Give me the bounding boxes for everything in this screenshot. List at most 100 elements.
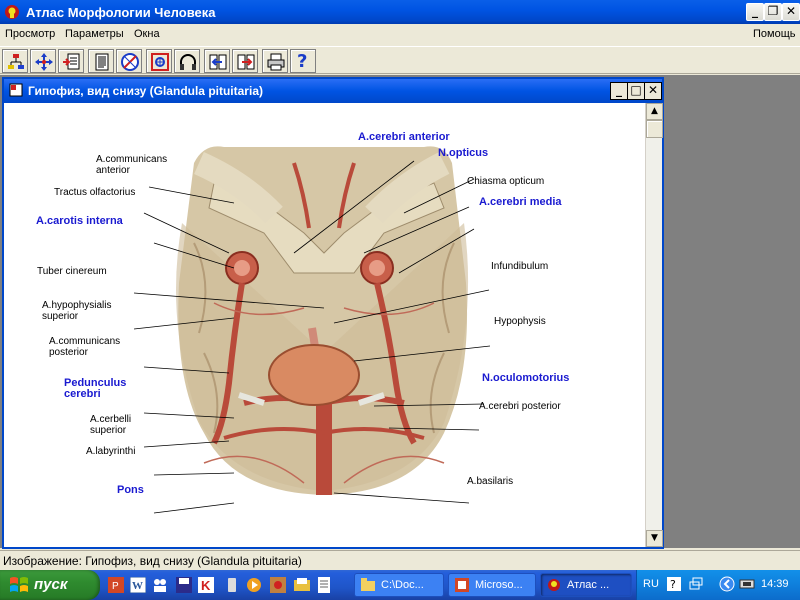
menu-bar: Просмотр Параметры Окна Помощь <box>0 24 800 44</box>
svg-text:?: ? <box>670 578 676 591</box>
task-explorer[interactable]: C:\Doc... <box>354 573 444 597</box>
help-tray-icon[interactable]: ? <box>667 577 681 591</box>
label-infundibulum: Infundibulum <box>491 261 549 272</box>
word-icon[interactable]: W <box>130 577 146 593</box>
atlas-task-icon <box>548 579 560 591</box>
zoom-frame-button[interactable] <box>146 49 172 73</box>
game-icon[interactable] <box>270 577 286 593</box>
task-microsoft[interactable]: Microso... <box>448 573 536 597</box>
label-a-cerebri-anterior: A.cerebri anterior <box>358 131 450 143</box>
windows-logo-icon <box>10 577 28 592</box>
svg-text:W: W <box>132 580 143 592</box>
document-icon <box>95 53 109 71</box>
system-tray: RU ? 14:39 <box>636 570 800 600</box>
document-button[interactable] <box>88 49 114 73</box>
start-label: пуск <box>34 576 68 593</box>
svg-text:P: P <box>112 581 119 592</box>
help-icon: ? <box>297 51 308 72</box>
clock[interactable]: 14:39 <box>761 578 789 590</box>
headphones-icon <box>180 54 196 70</box>
label-a-carotis-interna: A.carotis interna <box>36 215 123 227</box>
phone-icon[interactable] <box>224 577 240 593</box>
network-tray-icon[interactable] <box>739 577 755 591</box>
task-label-explorer: C:\Doc... <box>381 579 424 591</box>
menu-parameters[interactable]: Параметры <box>65 28 124 40</box>
menu-view[interactable]: Просмотр <box>5 28 55 40</box>
label-a-labyrinthi: A.labyrinthi <box>86 446 136 457</box>
taskbar: пуск P W K C:\Doc... Microso... Атлас ..… <box>0 570 800 600</box>
toolbar: ? <box>0 46 800 74</box>
status-bar: Изображение: Гипофиз, вид снизу (Glandul… <box>0 550 800 570</box>
folder-icon <box>361 578 375 591</box>
child-maximize-button[interactable]: □ <box>627 82 645 100</box>
tray-expand-icon[interactable] <box>719 576 735 592</box>
move-button[interactable] <box>30 49 56 73</box>
label-a-cerebri-posterior: A.cerebri posterior <box>479 401 561 412</box>
document-window-icon <box>9 83 23 97</box>
menu-windows[interactable]: Окна <box>134 28 160 40</box>
scroll-down-icon[interactable]: ▼ <box>646 530 663 547</box>
label-n-oculomotorius: N.oculomotorius <box>482 372 570 384</box>
print-icon <box>267 53 285 71</box>
folder-tool-icon[interactable] <box>294 577 310 593</box>
back-page-button[interactable] <box>204 49 230 73</box>
label-a-hypophysialis-superior: A.hypophysialis superior <box>42 300 112 322</box>
label-tuber-cinereum: Tuber cinereum <box>37 266 107 277</box>
hierarchy-button[interactable] <box>2 49 28 73</box>
help-button[interactable]: ? <box>290 49 316 73</box>
image-window: Гипофиз, вид снизу (Glandula pituitaria)… <box>2 77 664 549</box>
label-a-cerebri-media: A.cerebri media <box>479 196 562 208</box>
illustration-canvas[interactable]: A.cerebri anterior A.communicans anterio… <box>4 103 645 547</box>
app-window: Атлас Морфологии Человека _ ❐ ✕ Просмотр… <box>0 0 800 570</box>
image-window-title: Гипофиз, вид снизу (Glandula pituitaria) <box>28 84 263 98</box>
app-title: Атлас Морфологии Человека <box>26 5 216 20</box>
compass-button[interactable] <box>116 49 142 73</box>
task-label-microsoft: Microso... <box>475 579 523 591</box>
image-window-titlebar[interactable]: Гипофиз, вид снизу (Glandula pituitaria)… <box>4 79 662 103</box>
move-arrows-icon <box>35 53 53 71</box>
child-minimize-button[interactable]: _ <box>610 82 628 100</box>
forward-page-icon <box>237 54 255 70</box>
label-tractus-olfactorius: Tractus olfactorius <box>54 187 136 198</box>
minimize-button[interactable]: _ <box>746 3 764 21</box>
child-close-button[interactable]: ✕ <box>644 82 662 100</box>
print-button[interactable] <box>262 49 288 73</box>
label-n-opticus: N.opticus <box>438 147 489 159</box>
import-page-button[interactable] <box>58 49 84 73</box>
hierarchy-icon <box>8 54 24 69</box>
people-icon[interactable] <box>152 577 168 593</box>
svg-text:K: K <box>201 578 211 593</box>
vertical-scrollbar[interactable]: ▲ ▼ <box>645 103 663 547</box>
save-disk-icon[interactable] <box>176 577 192 593</box>
label-a-basilaris: A.basilaris <box>467 476 514 487</box>
media-player-icon[interactable] <box>246 577 262 593</box>
restore-button[interactable]: ❐ <box>764 3 782 21</box>
status-text: Изображение: Гипофиз, вид снизу (Glandul… <box>3 554 302 568</box>
powerpoint-task-icon <box>455 578 469 592</box>
notepad-icon[interactable] <box>316 577 332 593</box>
label-a-communicans-posterior: A.communicans posterior <box>49 336 121 358</box>
task-label-atlas: Атлас ... <box>567 579 610 591</box>
label-chiasma-opticum: Chiasma opticum <box>467 176 545 187</box>
back-page-icon <box>209 54 227 70</box>
start-button[interactable]: пуск <box>0 570 100 600</box>
close-button[interactable]: ✕ <box>782 3 800 21</box>
label-hypophysis: Hypophysis <box>494 316 546 327</box>
app-k-icon[interactable]: K <box>198 577 214 593</box>
audio-button[interactable] <box>174 49 200 73</box>
scroll-up-icon[interactable]: ▲ <box>646 103 663 120</box>
restore-tray-icon[interactable] <box>689 577 703 591</box>
label-a-communicans-anterior: A.communicans anterior <box>96 154 168 176</box>
language-indicator[interactable]: RU <box>643 578 659 590</box>
label-a-cerbelli-superior: A.cerbelli superior <box>90 414 132 436</box>
compass-icon <box>121 53 139 71</box>
app-logo-icon <box>5 5 19 19</box>
menu-help[interactable]: Помощь <box>753 28 796 40</box>
scroll-thumb[interactable] <box>646 120 663 138</box>
forward-page-button[interactable] <box>232 49 258 73</box>
task-atlas[interactable]: Атлас ... <box>540 573 632 597</box>
app-titlebar[interactable]: Атлас Морфологии Человека _ ❐ ✕ <box>0 0 800 24</box>
label-pons: Pons <box>117 484 144 496</box>
powerpoint-icon[interactable]: P <box>108 577 124 593</box>
label-pedunculus-cerebri: Pedunculus cerebri <box>64 377 127 400</box>
